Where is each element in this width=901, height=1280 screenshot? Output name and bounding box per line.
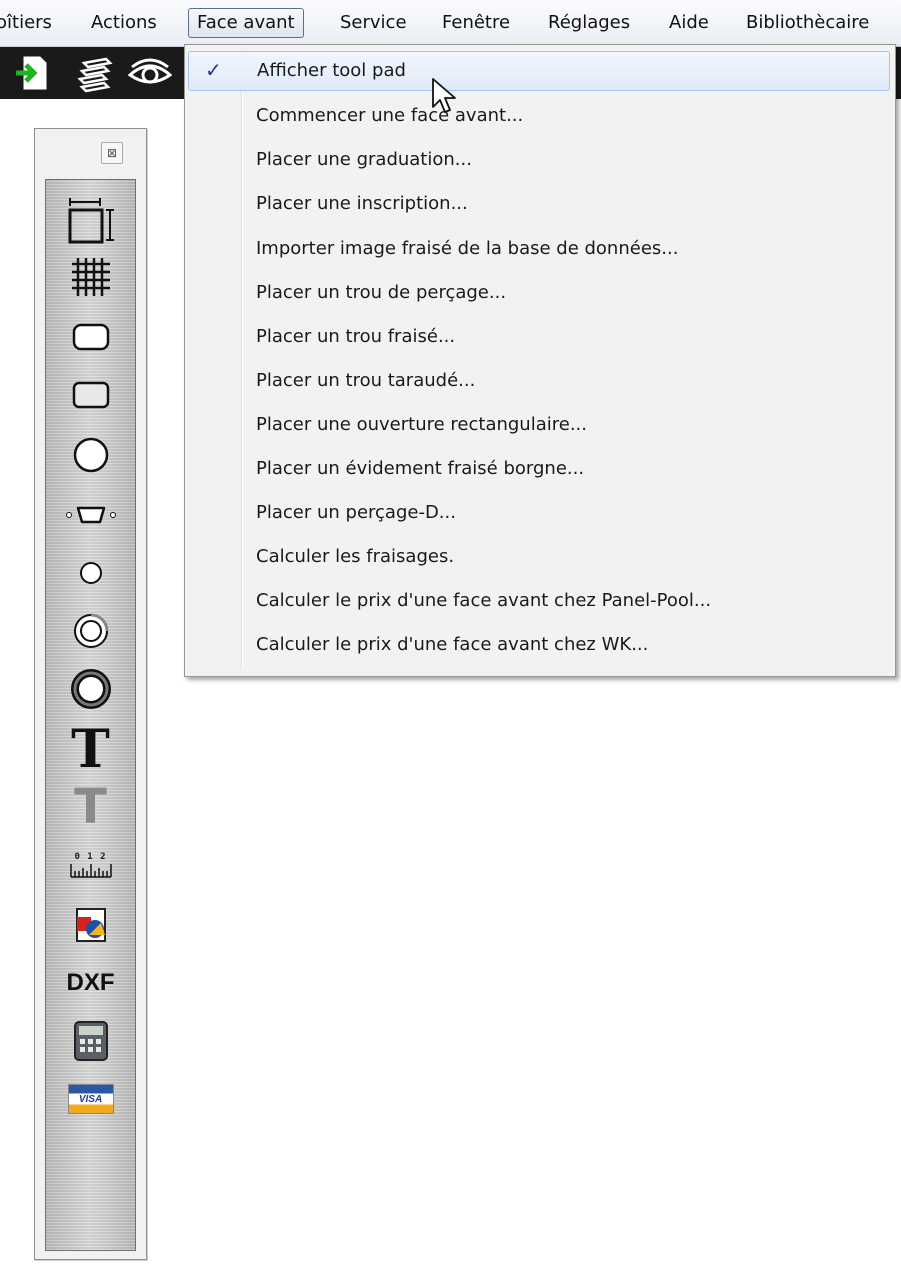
- menu-item-trou-taraude[interactable]: Placer un trou taraudé...: [188, 362, 890, 402]
- face-avant-dropdown: ✓ Afficher tool pad Commencer une face a…: [184, 44, 896, 677]
- menu-item-placer-inscription[interactable]: Placer une inscription...: [188, 185, 890, 225]
- close-icon[interactable]: ⊠: [101, 142, 123, 164]
- small-hole-icon[interactable]: [46, 544, 135, 602]
- tool-strip: T T 0 1 2 DXF VISA: [45, 179, 136, 1251]
- new-file-arrow-icon[interactable]: [14, 53, 54, 97]
- menu-fenetre[interactable]: Fenêtre: [442, 8, 510, 38]
- menu-item-calculer-fraisages[interactable]: Calculer les fraisages.: [188, 538, 890, 578]
- text-engraved-icon[interactable]: T: [46, 778, 135, 836]
- grid-icon[interactable]: [46, 248, 135, 306]
- menu-item-trou-percage[interactable]: Placer un trou de perçage...: [188, 274, 890, 314]
- check-icon: ✓: [205, 58, 222, 82]
- thick-ring-icon[interactable]: [46, 660, 135, 718]
- visa-card-icon[interactable]: VISA: [46, 1070, 135, 1128]
- text-bold-icon[interactable]: T: [46, 719, 135, 780]
- menu-item-evidement-fraise[interactable]: Placer un évidement fraisé borgne...: [188, 450, 890, 490]
- rect-cutout-icon[interactable]: [46, 366, 135, 424]
- rounded-rect-icon[interactable]: [46, 308, 135, 366]
- menu-reglages[interactable]: Réglages: [548, 8, 630, 38]
- image-import-icon[interactable]: [46, 896, 135, 954]
- menu-item-importer-image[interactable]: Importer image fraisé de la base de donn…: [188, 230, 890, 270]
- menu-item-prix-panel-pool[interactable]: Calculer le prix d'une face avant chez P…: [188, 582, 890, 622]
- menu-boitiers[interactable]: oîtiers: [0, 8, 52, 38]
- menu-item-commencer-face-avant[interactable]: Commencer une face avant...: [188, 97, 890, 137]
- mouse-cursor-icon: [431, 77, 457, 119]
- menu-item-placer-graduation[interactable]: Placer une graduation...: [188, 141, 890, 181]
- menu-item-prix-wk[interactable]: Calculer le prix d'une face avant chez W…: [188, 626, 890, 666]
- menu-bar: oîtiers Actions Face avant Service Fenêt…: [0, 0, 901, 47]
- eye-icon[interactable]: [127, 53, 173, 97]
- dimensions-icon[interactable]: [46, 190, 135, 248]
- menu-service[interactable]: Service: [340, 8, 407, 38]
- calculator-icon[interactable]: [46, 1012, 135, 1070]
- scale-icon[interactable]: 0 1 2: [46, 836, 135, 894]
- menu-item-ouverture-rectangulaire[interactable]: Placer une ouverture rectangulaire...: [188, 406, 890, 446]
- layers-icon[interactable]: [76, 53, 116, 97]
- menu-face-avant[interactable]: Face avant: [188, 8, 304, 38]
- toolbar: [0, 47, 190, 99]
- menu-aide[interactable]: Aide: [669, 8, 709, 38]
- menu-item-afficher-tool-pad[interactable]: ✓ Afficher tool pad: [188, 51, 890, 91]
- d-sub-icon[interactable]: [46, 486, 135, 544]
- tool-pad-window: ⊠ T T 0 1 2 DXF VISA: [34, 128, 147, 1260]
- menu-actions[interactable]: Actions: [91, 8, 157, 38]
- menu-item-trou-fraise[interactable]: Placer un trou fraisé...: [188, 318, 890, 358]
- round-hole-icon[interactable]: [46, 426, 135, 484]
- menu-bibliothecaire[interactable]: Bibliothècaire: [746, 8, 869, 38]
- menu-item-percage-d[interactable]: Placer un perçage-D...: [188, 494, 890, 534]
- countersink-icon[interactable]: [46, 602, 135, 660]
- dxf-icon[interactable]: DXF: [46, 954, 135, 1012]
